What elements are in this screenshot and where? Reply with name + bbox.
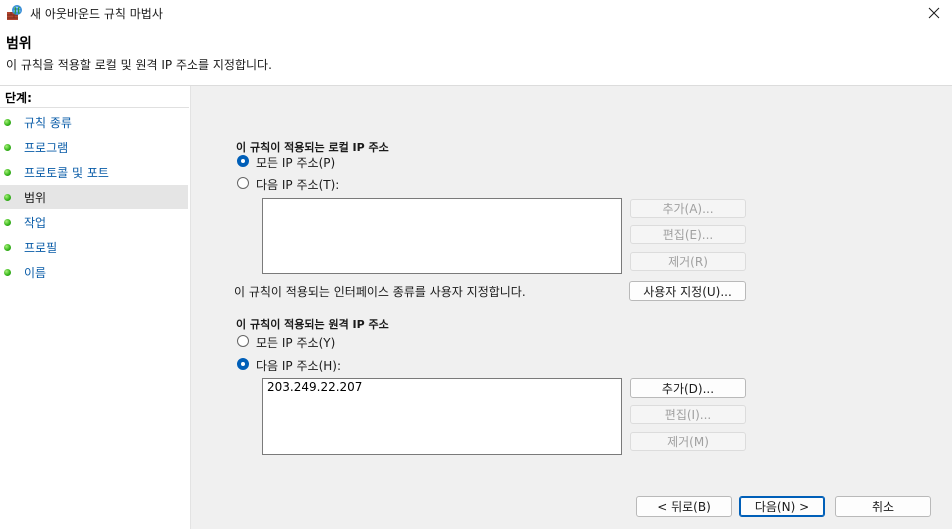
step-name[interactable]: 이름 [0, 260, 188, 284]
remote-add-button[interactable]: 추가(D)... [630, 378, 746, 398]
radio-label: 다음 IP 주소(H): [256, 359, 341, 373]
page-subtitle: 이 규칙을 적용할 로컬 및 원격 IP 주소를 지정합니다. [6, 58, 272, 72]
step-status-icon [4, 119, 11, 126]
page-title: 범위 [6, 36, 32, 52]
radio-label: 모든 IP 주소(Y) [256, 336, 336, 350]
step-status-icon [4, 219, 11, 226]
window-title: 새 아웃바운드 규칙 마법사 [30, 7, 163, 21]
remote-edit-button[interactable]: 편집(I)... [630, 405, 746, 424]
step-status-icon [4, 244, 11, 251]
steps-sidebar: 단계: 규칙 종류 프로그램 프로토콜 및 포트 범위 작업 프로필 이름 [0, 86, 191, 529]
next-button[interactable]: 다음(N) > [739, 496, 825, 517]
local-ip-list[interactable] [262, 198, 622, 274]
customize-button[interactable]: 사용자 지정(U)... [629, 281, 746, 301]
cancel-button[interactable]: 취소 [835, 496, 931, 517]
step-label: 규칙 종류 [24, 116, 72, 130]
radio-indicator [237, 335, 249, 347]
step-scope: 범위 [0, 185, 188, 209]
remote-ip-section-title: 이 규칙이 적용되는 원격 IP 주소 [236, 318, 389, 331]
radio-label: 모든 IP 주소(P) [256, 156, 336, 170]
step-label: 작업 [24, 216, 47, 230]
step-program[interactable]: 프로그램 [0, 135, 188, 159]
step-rule-type[interactable]: 규칙 종류 [0, 110, 188, 134]
firewall-icon [6, 4, 23, 21]
step-status-icon [4, 169, 11, 176]
local-ip-section-title: 이 규칙이 적용되는 로컬 IP 주소 [236, 141, 389, 154]
step-status-icon [4, 194, 11, 201]
radio-label: 다음 IP 주소(T): [256, 178, 340, 192]
local-remove-button[interactable]: 제거(R) [630, 252, 746, 271]
step-label: 프로토콜 및 포트 [24, 166, 109, 180]
close-icon [928, 7, 940, 19]
radio-indicator [237, 177, 249, 189]
close-button[interactable] [916, 0, 952, 27]
step-status-icon [4, 269, 11, 276]
step-label: 프로필 [24, 241, 58, 255]
local-add-button[interactable]: 추가(A)... [630, 199, 746, 218]
radio-indicator [237, 358, 249, 370]
ip-list-item[interactable]: 203.249.22.207 [267, 380, 362, 394]
wizard-header: 범위 이 규칙을 적용할 로컬 및 원격 IP 주소를 지정합니다. [0, 27, 952, 86]
interface-types-text: 이 규칙이 적용되는 인터페이스 종류를 사용자 지정합니다. [234, 285, 526, 299]
step-label: 범위 [24, 191, 47, 205]
remote-remove-button[interactable]: 제거(M) [630, 432, 746, 451]
radio-indicator [237, 155, 249, 167]
steps-heading: 단계: [5, 91, 32, 105]
title-bar: 새 아웃바운드 규칙 마법사 [0, 0, 952, 27]
step-protocol-ports[interactable]: 프로토콜 및 포트 [0, 160, 188, 184]
back-button[interactable]: < 뒤로(B) [636, 496, 732, 517]
step-label: 이름 [24, 266, 47, 280]
step-profile[interactable]: 프로필 [0, 235, 188, 259]
step-label: 프로그램 [24, 141, 69, 155]
local-edit-button[interactable]: 편집(E)... [630, 225, 746, 244]
step-status-icon [4, 144, 11, 151]
step-action[interactable]: 작업 [0, 210, 188, 234]
steps-divider [0, 107, 189, 108]
remote-ip-list[interactable]: 203.249.22.207 [262, 378, 622, 455]
